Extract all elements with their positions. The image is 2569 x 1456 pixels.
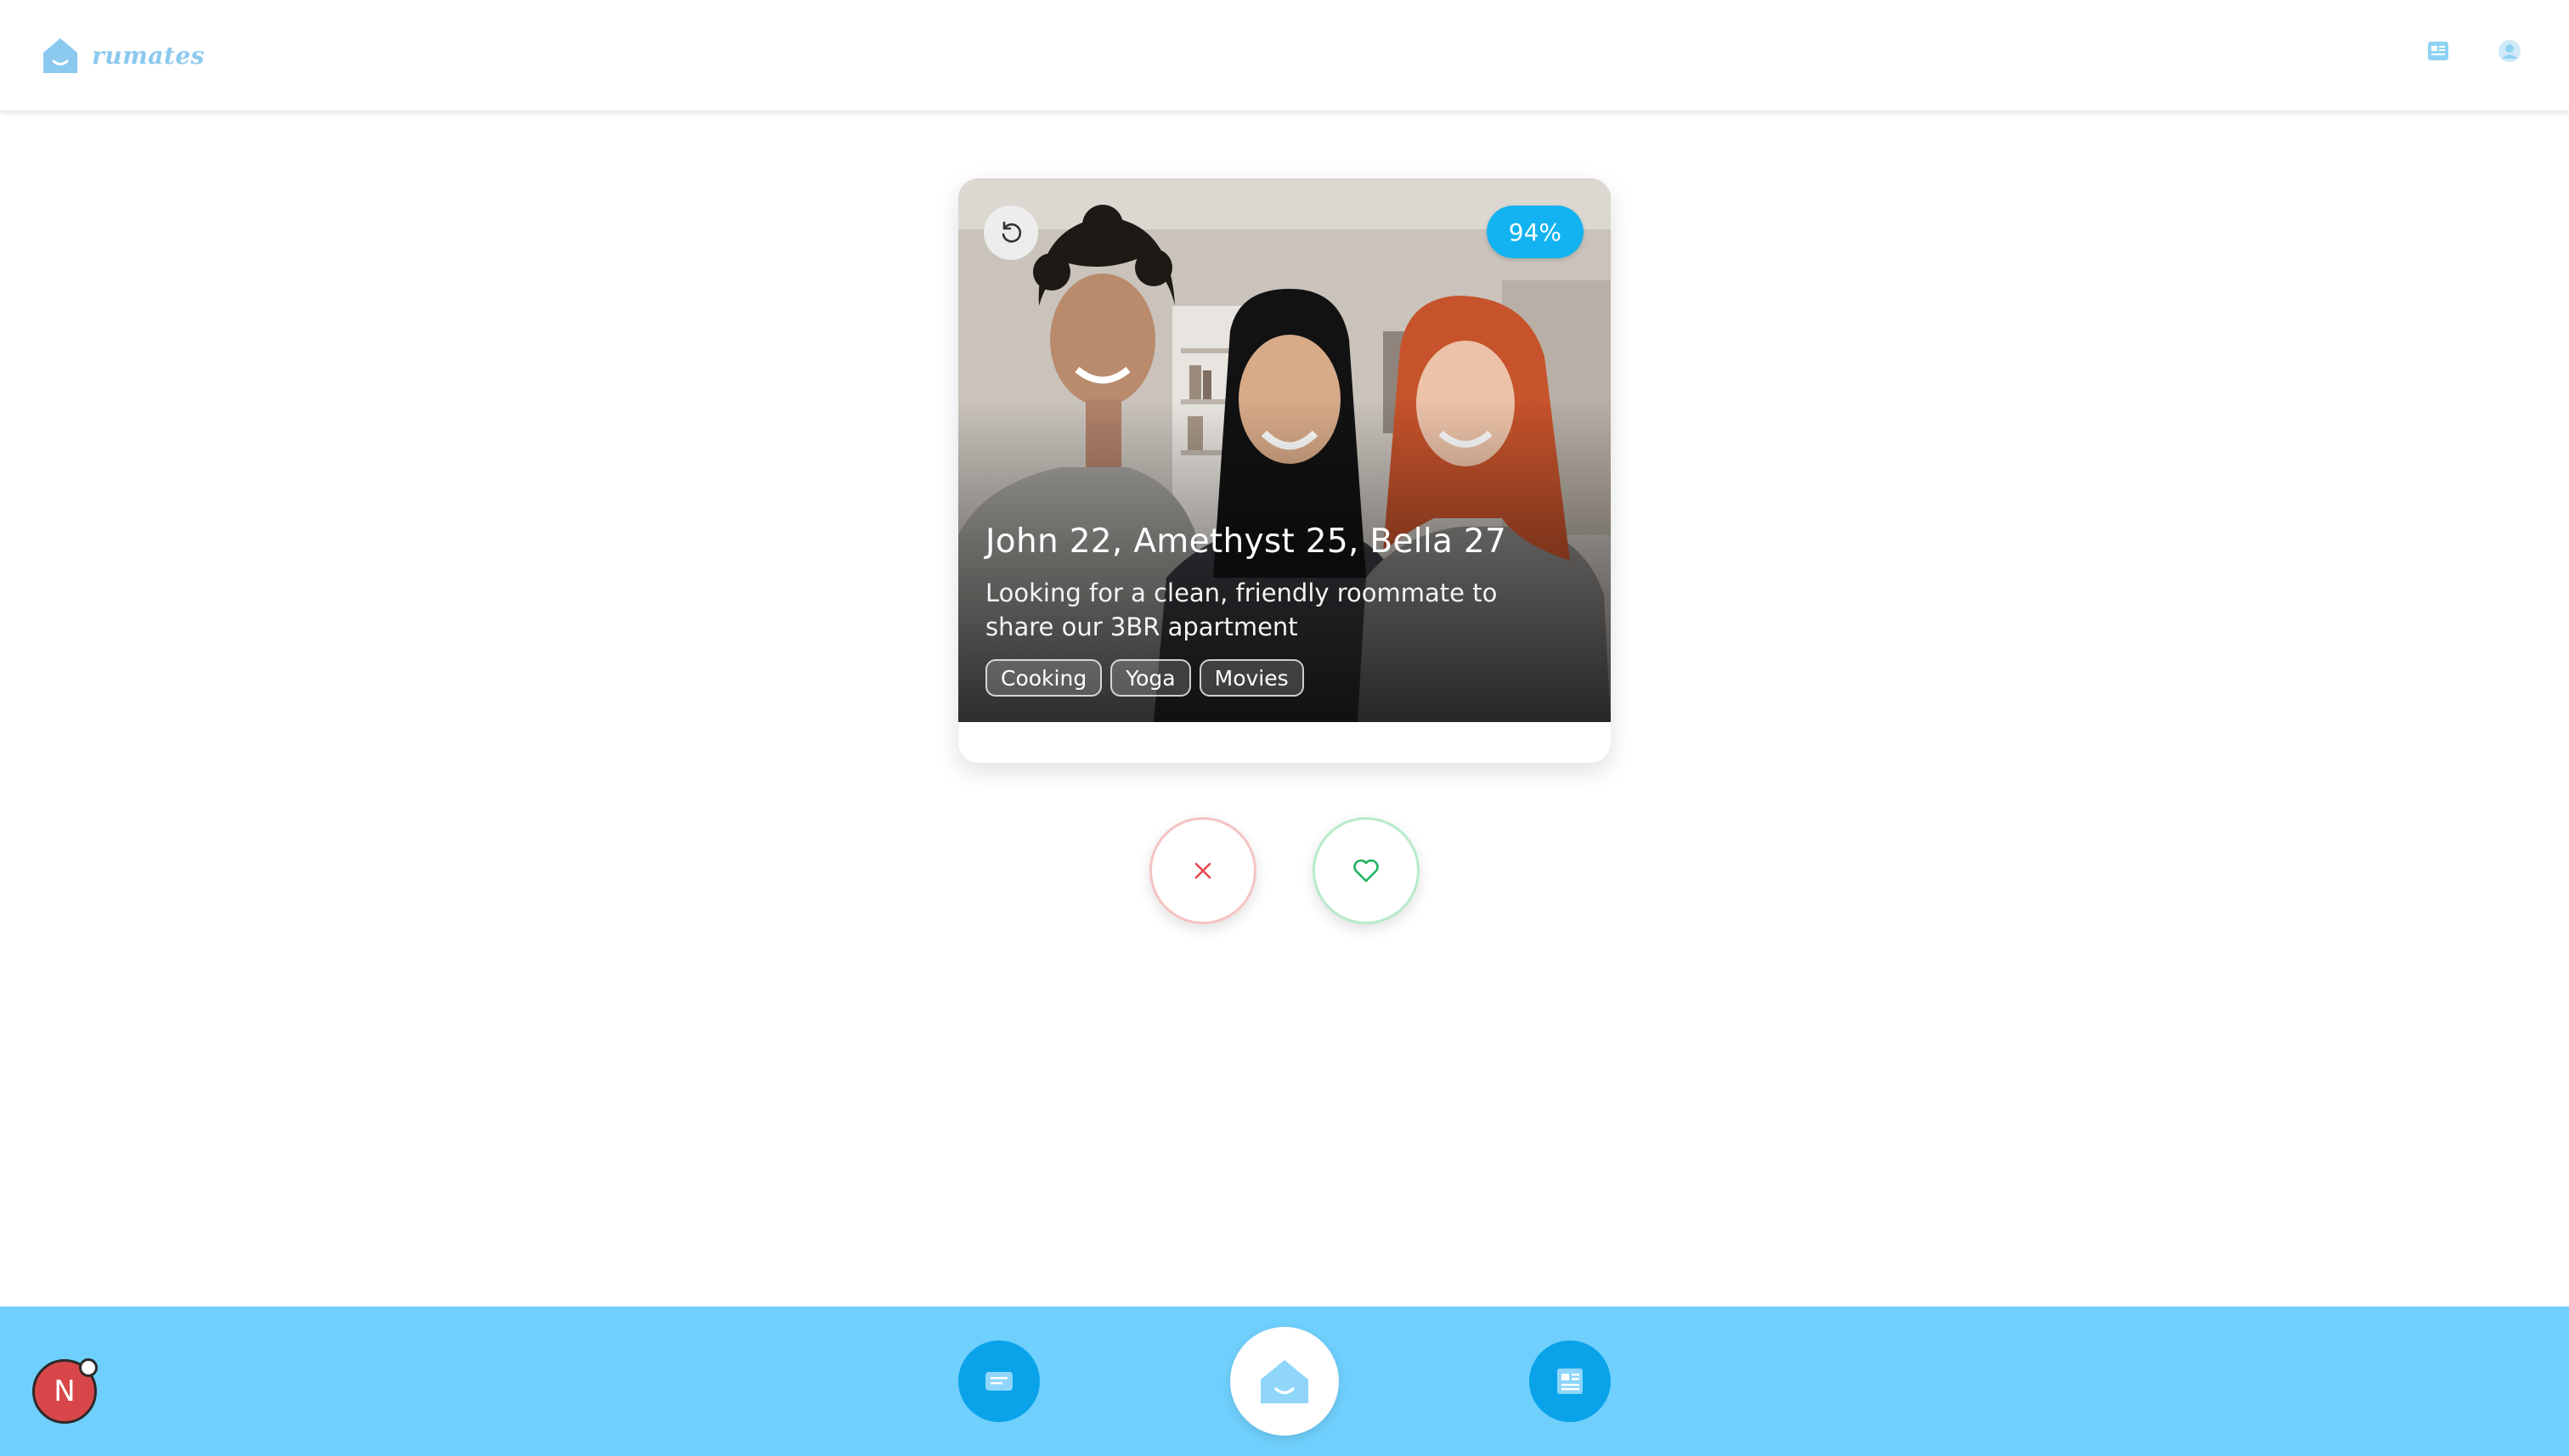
like-button[interactable] bbox=[1313, 817, 1420, 924]
tag-yoga: Yoga bbox=[1110, 659, 1191, 697]
user-avatar[interactable]: N bbox=[32, 1358, 98, 1424]
message-icon bbox=[985, 1372, 1013, 1391]
bottom-nav: N bbox=[0, 1306, 2569, 1456]
undo-button[interactable] bbox=[984, 206, 1038, 260]
heart-icon bbox=[1353, 859, 1379, 883]
newspaper-icon bbox=[1557, 1369, 1583, 1394]
house-smile-icon bbox=[1261, 1360, 1308, 1403]
brand-name: rumates bbox=[92, 41, 205, 70]
newspaper-icon bbox=[2428, 42, 2448, 60]
undo-icon bbox=[1002, 221, 1022, 243]
brand-logo[interactable]: rumates bbox=[41, 34, 205, 76]
news-button[interactable] bbox=[2425, 37, 2452, 65]
roommate-names: John 22, Amethyst 25, Bella 27 bbox=[985, 522, 1507, 561]
card-info: John 22, Amethyst 25, Bella 27 Looking f… bbox=[985, 522, 1570, 697]
house-smile-icon bbox=[43, 38, 77, 73]
interest-tags: Cooking Yoga Movies bbox=[985, 659, 1570, 697]
avatar-initial: N bbox=[54, 1374, 76, 1408]
tag-movies: Movies bbox=[1199, 659, 1304, 697]
close-icon bbox=[1194, 862, 1211, 879]
nav-home-button[interactable] bbox=[1230, 1327, 1339, 1436]
roommate-card[interactable]: 94% John 22, Amethyst 25, Bella 27 Looki… bbox=[958, 178, 1611, 763]
top-header: rumates bbox=[0, 0, 2569, 110]
user-circle-icon bbox=[2498, 40, 2521, 62]
tag-cooking: Cooking bbox=[985, 659, 1103, 697]
profile-button[interactable] bbox=[2496, 37, 2523, 65]
three-roommates-photo: 94% John 22, Amethyst 25, Bella 27 Looki… bbox=[958, 178, 1611, 722]
nav-messages-button[interactable] bbox=[958, 1340, 1040, 1422]
nav-listings-button[interactable] bbox=[1529, 1340, 1611, 1422]
match-percent-badge: 94% bbox=[1486, 206, 1584, 258]
notification-dot bbox=[79, 1358, 98, 1377]
reject-button[interactable] bbox=[1149, 817, 1256, 924]
listing-description: Looking for a clean, friendly roommate t… bbox=[985, 578, 1498, 641]
